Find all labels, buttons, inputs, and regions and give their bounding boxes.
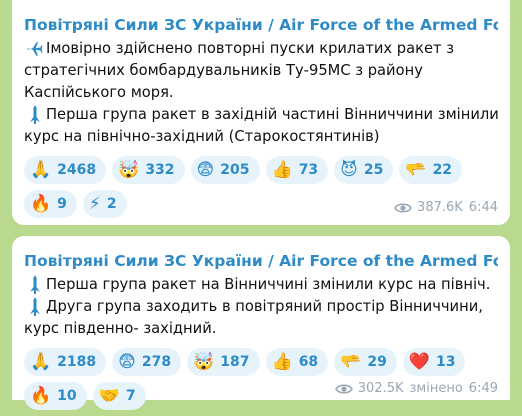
hand-icon: 🫳 xyxy=(405,159,427,180)
reaction-count: 278 xyxy=(141,354,172,370)
reaction-count: 7 xyxy=(125,388,136,404)
message-bubble-1[interactable]: Повітряні Сили ЗС України / Air Force of… xyxy=(12,0,510,225)
reaction-exploding-head[interactable]: 🤯 187 xyxy=(187,348,260,376)
reaction-lightning[interactable]: ⚡ 2 xyxy=(82,190,127,218)
message-time: 6:44 xyxy=(468,200,498,215)
message-time: 6:49 xyxy=(468,381,498,396)
message-line-text: Друга група заходить в повітряний прості… xyxy=(46,298,483,315)
message-line-text: Каспійського моря. xyxy=(24,84,174,101)
message-line-text: Перша група ракет в західній частині Він… xyxy=(46,106,499,123)
reaction-count: 25 xyxy=(363,162,384,178)
message-line: курс південно- західний. xyxy=(24,318,498,340)
thumbs-up-icon: 👍 xyxy=(271,159,293,180)
plane-icon xyxy=(24,38,46,60)
handshake-icon: 🤝 xyxy=(98,385,120,406)
message-line: Перша група ракет в західній частині Він… xyxy=(24,104,499,126)
views-count: 387.6K xyxy=(417,200,463,215)
reaction-devil[interactable]: 😈 25 xyxy=(334,156,394,184)
reaction-handshake[interactable]: 🤝 7 xyxy=(92,382,146,410)
reaction-hand[interactable]: 🫳 22 xyxy=(399,156,463,184)
reaction-count: 68 xyxy=(298,354,319,370)
reaction-count: 13 xyxy=(436,354,456,370)
message-meta: 302.5K змінено 6:49 xyxy=(334,381,498,396)
reaction-count: 332 xyxy=(145,162,175,178)
reaction-count: 187 xyxy=(220,354,250,370)
missile-icon xyxy=(24,274,46,296)
missile-icon xyxy=(24,104,46,126)
exploding-head-icon: 🤯 xyxy=(193,351,215,372)
views-icon xyxy=(394,202,412,214)
pray-icon: 🙏 xyxy=(30,159,52,180)
reaction-count: 2 xyxy=(106,196,117,212)
reaction-fearful-face[interactable]: 😨 278 xyxy=(112,348,182,376)
exploding-head-icon: 🤯 xyxy=(118,159,140,180)
reaction-hand[interactable]: 🫳 29 xyxy=(334,348,397,376)
reaction-count: 2468 xyxy=(57,162,97,178)
message-line-text: стратегічних бомбардувальників Ту-95МС з… xyxy=(24,62,423,79)
reaction-heart[interactable]: ❤️ 13 xyxy=(402,348,466,376)
message-line-text: курс південно- західний. xyxy=(24,320,217,337)
channel-name[interactable]: Повітряні Сили ЗС України / Air Force of… xyxy=(24,250,498,272)
message-text: Перша група ракет на Вінниччині змінили … xyxy=(24,274,498,340)
hand-icon: 🫳 xyxy=(340,351,362,372)
reaction-count: 10 xyxy=(57,388,77,404)
reaction-count: 29 xyxy=(367,354,387,370)
missile-icon xyxy=(24,296,46,318)
reaction-pray[interactable]: 🙏 2188 xyxy=(24,348,107,376)
message-line: Перша група ракет на Вінниччині змінили … xyxy=(24,274,498,296)
heart-icon: ❤️ xyxy=(408,351,430,372)
pray-icon: 🙏 xyxy=(30,351,52,372)
reaction-count: 22 xyxy=(432,162,453,178)
fearful-face-icon: 😨 xyxy=(118,351,136,372)
reaction-count: 9 xyxy=(57,196,67,212)
reaction-thumbs-up[interactable]: 👍 68 xyxy=(265,348,329,376)
fire-icon: 🔥 xyxy=(30,385,52,406)
message-line-text: Імовірно здійснено повторні пуски крилат… xyxy=(46,40,455,57)
reaction-count: 2188 xyxy=(57,354,97,370)
reaction-exploding-head[interactable]: 🤯 332 xyxy=(112,156,185,184)
thumbs-up-icon: 👍 xyxy=(271,351,293,372)
channel-name[interactable]: Повітряні Сили ЗС України / Air Force of… xyxy=(24,14,498,36)
message-text: Імовірно здійснено повторні пуски крилат… xyxy=(24,38,499,148)
reaction-fire[interactable]: 🔥 9 xyxy=(24,190,77,218)
message-line-text: Перша група ракет на Вінниччині змінили … xyxy=(46,276,491,293)
fearful-face-icon: 😨 xyxy=(196,159,215,180)
reaction-thumbs-up[interactable]: 👍 73 xyxy=(265,156,329,184)
reaction-fearful-face[interactable]: 😨 205 xyxy=(190,156,260,184)
message-line: курс на північно-західний (Старокостянти… xyxy=(24,126,498,148)
message-line: стратегічних бомбардувальників Ту-95МС з… xyxy=(24,60,498,82)
devil-icon: 😈 xyxy=(340,159,358,180)
reaction-pray[interactable]: 🙏 2468 xyxy=(24,156,107,184)
edited-label: змінено xyxy=(409,381,463,396)
reaction-count: 73 xyxy=(298,162,319,178)
views-icon xyxy=(334,383,353,395)
reaction-count: 205 xyxy=(220,162,250,178)
reaction-fire[interactable]: 🔥 10 xyxy=(24,382,87,410)
message-line: Друга група заходить в повітряний прості… xyxy=(24,296,498,318)
message-meta: 387.6K 6:44 xyxy=(394,200,498,215)
message-bubble-2[interactable]: Повітряні Сили ЗС України / Air Force of… xyxy=(12,236,510,410)
fire-icon: 🔥 xyxy=(30,193,52,214)
message-line: Каспійського моря. xyxy=(24,82,498,104)
lightning-icon: ⚡ xyxy=(88,193,101,214)
message-line-text: курс на північно-західний (Старокостянти… xyxy=(24,128,380,145)
message-line: Імовірно здійснено повторні пуски крилат… xyxy=(24,38,498,60)
views-count: 302.5K xyxy=(357,381,404,396)
